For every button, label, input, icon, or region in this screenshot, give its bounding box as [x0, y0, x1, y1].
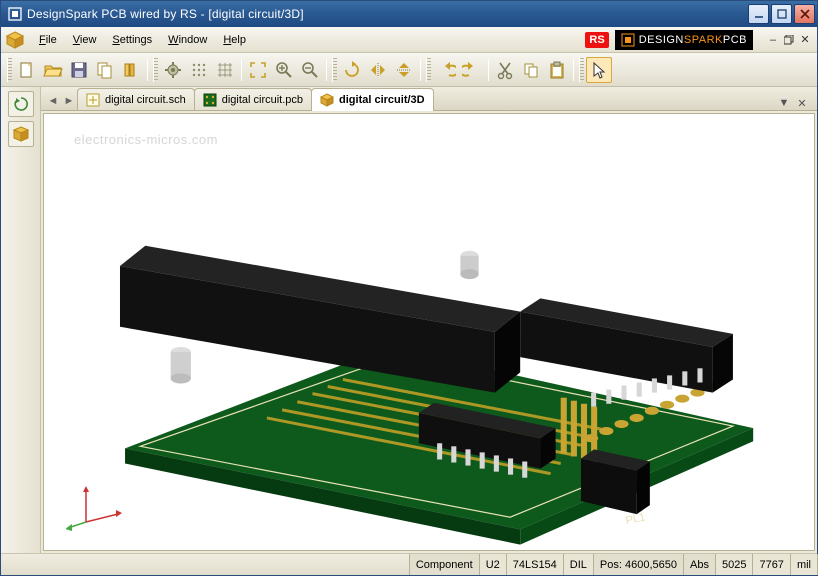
menu-settings[interactable]: Settings [104, 30, 160, 50]
menu-help[interactable]: Help [215, 30, 254, 50]
tab-pcb[interactable]: digital circuit.pcb [194, 88, 312, 110]
status-refdes: U2 [479, 554, 507, 575]
window-controls [748, 4, 815, 24]
paste-button[interactable] [544, 57, 570, 83]
tab-close-button[interactable]: ✕ [795, 96, 809, 110]
menubar: File View Settings Window Help RS DESIGN… [1, 27, 817, 53]
cube-icon [320, 93, 334, 107]
rotate-button[interactable] [339, 57, 365, 83]
mdi-restore-button[interactable] [781, 33, 797, 47]
tab-schematic[interactable]: digital circuit.sch [77, 88, 195, 110]
tab-3d[interactable]: digital circuit/3D [311, 88, 434, 111]
zoom-out-button[interactable] [297, 57, 323, 83]
status-abs-y: 7767 [752, 554, 790, 575]
designspark-badge: DESIGNSPARKPCB [615, 30, 753, 50]
menu-view[interactable]: View [65, 30, 105, 50]
left-toolbar [1, 87, 41, 553]
status-part: 74LS154 [506, 554, 564, 575]
tab-next-button[interactable]: ► [61, 92, 77, 110]
flip-v-button[interactable] [391, 57, 417, 83]
tab-label: digital circuit.sch [105, 94, 186, 106]
close-button[interactable] [794, 4, 815, 24]
status-abs-x: 5025 [715, 554, 753, 575]
tab-label: digital circuit.pcb [222, 94, 303, 106]
redo-button[interactable] [459, 57, 485, 83]
toolbar [1, 53, 817, 87]
tab-label: digital circuit/3D [339, 94, 425, 106]
toolbar-grip[interactable] [7, 58, 12, 82]
maximize-button[interactable] [771, 4, 792, 24]
minimize-button[interactable] [748, 4, 769, 24]
pointer-button[interactable] [586, 57, 612, 83]
toolbar-grip[interactable] [153, 58, 158, 82]
flip-h-button[interactable] [365, 57, 391, 83]
undo-button[interactable] [433, 57, 459, 83]
brand-logo: RS DESIGNSPARKPCB – ✕ [585, 30, 813, 50]
copy-button[interactable] [518, 57, 544, 83]
cube-button[interactable] [8, 121, 34, 147]
grid-a-button[interactable] [186, 57, 212, 83]
axis-gizmo [66, 482, 126, 532]
toolbar-grip[interactable] [332, 58, 337, 82]
pcb-icon [203, 93, 217, 107]
status-unit: mil [790, 554, 818, 575]
tab-dropdown-button[interactable]: ▼ [777, 96, 791, 110]
fit-view-button[interactable] [245, 57, 271, 83]
status-pos-label: Pos: 4600,5650 [593, 554, 684, 575]
menu-file[interactable]: File [31, 30, 65, 50]
settings-button[interactable] [160, 57, 186, 83]
save-button[interactable] [66, 57, 92, 83]
app-icon [7, 6, 23, 22]
toolbar-grip[interactable] [426, 58, 431, 82]
pcb-3d-render: PL1 [44, 114, 814, 551]
refresh-button[interactable] [8, 91, 34, 117]
copy-doc-button[interactable] [92, 57, 118, 83]
mdi-minimize-button[interactable]: – [765, 33, 781, 47]
library-button[interactable] [118, 57, 144, 83]
3d-viewport[interactable]: electronics-micros.com [43, 113, 815, 551]
tab-prev-button[interactable]: ◄ [45, 92, 61, 110]
main-area: ◄ ► digital circuit.sch digital circuit.… [41, 87, 817, 553]
workspace: ◄ ► digital circuit.sch digital circuit.… [1, 87, 817, 553]
schematic-icon [86, 93, 100, 107]
svg-text:PL1: PL1 [625, 511, 647, 527]
grid-b-button[interactable] [212, 57, 238, 83]
document-tabs: ◄ ► digital circuit.sch digital circuit.… [41, 87, 817, 111]
cut-button[interactable] [492, 57, 518, 83]
open-button[interactable] [40, 57, 66, 83]
titlebar: DesignSpark PCB wired by RS - [digital c… [1, 1, 817, 27]
window-title: DesignSpark PCB wired by RS - [digital c… [27, 7, 748, 21]
menu-cube-icon[interactable] [5, 30, 25, 50]
mdi-controls: – ✕ [765, 33, 813, 47]
new-button[interactable] [14, 57, 40, 83]
toolbar-grip[interactable] [579, 58, 584, 82]
status-package: DIL [563, 554, 594, 575]
status-component-label: Component [409, 554, 480, 575]
app-window: DesignSpark PCB wired by RS - [digital c… [0, 0, 818, 576]
rs-badge: RS [585, 32, 608, 48]
zoom-in-button[interactable] [271, 57, 297, 83]
statusbar: Component U2 74LS154 DIL Pos: 4600,5650 … [1, 553, 817, 575]
menu-window[interactable]: Window [160, 30, 215, 50]
status-abs-label: Abs [683, 554, 716, 575]
mdi-close-button[interactable]: ✕ [797, 33, 813, 47]
